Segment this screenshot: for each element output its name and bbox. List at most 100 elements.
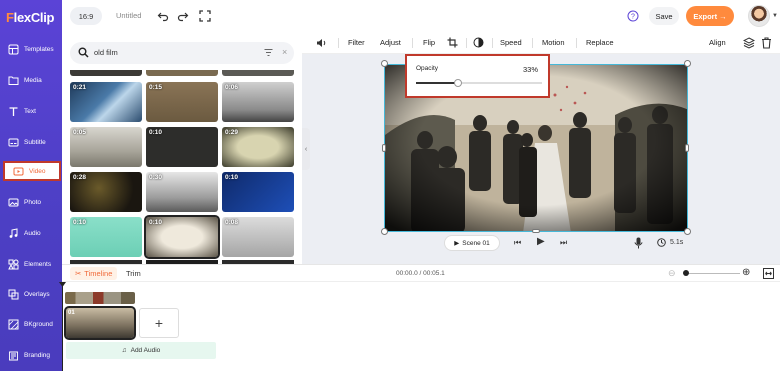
replace-button[interactable]: Replace — [586, 38, 614, 47]
aspect-ratio-button[interactable]: 16:9 — [70, 7, 102, 25]
duration-label: 0:15 — [149, 84, 163, 91]
video-thumbnail[interactable]: 0:10 — [144, 215, 220, 259]
resize-handle[interactable] — [685, 144, 689, 152]
collapse-panel-button[interactable]: ‹ — [302, 128, 310, 170]
search-bar[interactable]: old film × — [70, 42, 294, 64]
opacity-slider-knob[interactable] — [453, 79, 462, 87]
video-thumbnail[interactable]: 0:28 — [70, 172, 142, 212]
flip-button[interactable]: Flip — [423, 38, 435, 47]
video-thumbnail[interactable]: 0:10 — [146, 127, 218, 167]
text-icon — [8, 106, 19, 117]
opacity-slider[interactable] — [416, 79, 542, 87]
video-thumbnail[interactable]: 0:06 — [222, 82, 294, 122]
flexclip-logo[interactable]: FlexClip — [6, 10, 54, 25]
plus-icon: + — [154, 315, 164, 331]
overlay-clip-track[interactable] — [65, 292, 135, 304]
sidebar-item-video[interactable]: Video — [3, 161, 61, 181]
zoom-slider[interactable] — [684, 273, 740, 274]
video-thumbnail[interactable]: 0:08 — [222, 217, 294, 257]
resize-handle[interactable] — [381, 60, 388, 67]
project-title[interactable]: Untitled — [116, 11, 141, 20]
filter-button[interactable]: Filter — [348, 38, 365, 47]
opacity-label: Opacity — [416, 65, 439, 72]
chevron-down-icon[interactable]: ▼ — [772, 13, 778, 19]
adjust-button[interactable]: Adjust — [380, 38, 401, 47]
add-audio-button[interactable]: ♫ Add Audio — [66, 342, 216, 359]
duration-label: 0:30 — [149, 174, 163, 181]
sidebar: FlexClip Templates Media Text Subtitle Video… — [0, 0, 62, 371]
sidebar-item-branding[interactable]: Branding — [0, 340, 62, 370]
next-icon[interactable]: ⏭ — [560, 238, 567, 248]
top-bar: 16:9 Untitled ? Save Export → ▼ — [62, 0, 780, 32]
opacity-popup: Opacity 33% — [405, 54, 550, 98]
video-thumbnail[interactable]: 0:29 — [222, 127, 294, 167]
search-icon — [78, 47, 89, 58]
sidebar-item-photo[interactable]: Photo — [0, 187, 62, 217]
sidebar-item-elements[interactable]: Elements — [0, 249, 62, 279]
save-button[interactable]: Save — [649, 7, 679, 25]
tab-timeline[interactable]: ✂ Timeline — [70, 267, 118, 280]
sidebar-item-audio[interactable]: Audio — [0, 218, 62, 248]
scene-selector[interactable]: ▶ Scene 01 — [444, 235, 500, 251]
resize-handle[interactable] — [684, 228, 691, 235]
fit-timeline-icon[interactable] — [763, 268, 774, 279]
playhead[interactable] — [62, 284, 63, 371]
avatar[interactable] — [748, 5, 770, 27]
opacity-value[interactable]: 33% — [523, 65, 538, 74]
zoom-in-icon[interactable]: ⊕ — [742, 267, 750, 278]
zoom-slider-knob[interactable] — [683, 270, 689, 276]
sidebar-item-overlays[interactable]: Overlays — [0, 279, 62, 309]
video-thumbnail[interactable]: 0:30 — [146, 172, 218, 212]
delete-icon[interactable] — [761, 37, 772, 49]
filter-icon[interactable] — [264, 48, 273, 57]
sidebar-item-subtitle[interactable]: Subtitle — [0, 127, 62, 157]
volume-icon[interactable] — [316, 38, 327, 48]
resize-handle[interactable] — [532, 229, 540, 233]
previous-icon[interactable]: ⏮ — [514, 238, 521, 248]
elements-icon — [8, 259, 19, 270]
duration-label: 0:10 — [225, 174, 239, 181]
thumb-partial[interactable] — [146, 70, 218, 76]
video-thumbnail[interactable]: 0:05 — [70, 127, 142, 167]
speed-button[interactable]: Speed — [500, 38, 522, 47]
opacity-slider-fill — [416, 82, 458, 84]
sidebar-item-label: BKground — [24, 320, 53, 328]
sidebar-item-media[interactable]: Media — [0, 65, 62, 95]
close-icon[interactable]: × — [282, 47, 287, 57]
video-thumbnail[interactable]: 0:21 — [70, 82, 142, 122]
thumb-partial[interactable] — [70, 70, 142, 76]
video-thumbnail[interactable]: 0:10 — [222, 172, 294, 212]
layers-icon[interactable] — [743, 37, 755, 49]
crop-icon[interactable] — [447, 37, 458, 48]
resize-handle[interactable] — [684, 60, 691, 67]
align-button[interactable]: Align — [709, 38, 726, 47]
tab-trim[interactable]: Trim — [126, 269, 141, 278]
export-button[interactable]: Export → — [686, 6, 734, 26]
sidebar-item-bkground[interactable]: BKground — [0, 309, 62, 339]
zoom-out-icon[interactable]: ⊖ — [668, 268, 676, 279]
sidebar-item-templates[interactable]: Templates — [0, 34, 62, 64]
opacity-icon[interactable] — [473, 37, 484, 48]
add-scene-button[interactable]: + — [139, 308, 179, 338]
resize-handle[interactable] — [381, 228, 388, 235]
play-icon[interactable]: ▶ — [537, 236, 545, 247]
resize-handle[interactable] — [382, 144, 386, 152]
help-icon[interactable]: ? — [626, 9, 640, 23]
video-thumbnail[interactable]: 0:10 — [70, 217, 142, 257]
microphone-icon[interactable] — [634, 237, 643, 249]
thumb-partial[interactable] — [222, 70, 294, 76]
branding-icon — [8, 350, 19, 361]
overlays-icon — [8, 289, 19, 300]
duration-label: 0:10 — [149, 219, 163, 226]
search-input[interactable]: old film — [94, 48, 118, 57]
photo-icon — [8, 197, 19, 208]
video-thumbnail[interactable]: 0:15 — [146, 82, 218, 122]
sidebar-item-text[interactable]: Text — [0, 96, 62, 126]
fullscreen-icon[interactable] — [198, 9, 212, 23]
duration-label: 0:10 — [73, 219, 87, 226]
scene-clip[interactable]: 01 — [64, 306, 136, 340]
redo-icon[interactable] — [176, 9, 190, 23]
clip-duration[interactable]: 5.1s — [670, 239, 683, 246]
undo-icon[interactable] — [156, 9, 170, 23]
motion-button[interactable]: Motion — [542, 38, 565, 47]
